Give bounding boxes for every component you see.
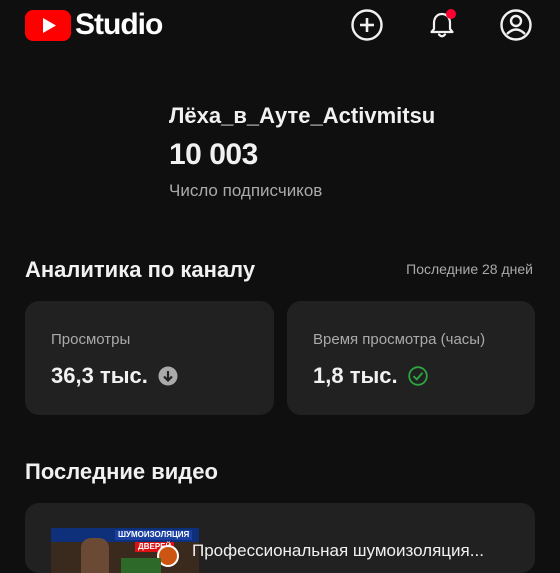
analytics-period: Последние 28 дней xyxy=(406,261,533,277)
subscriber-label: Число подписчиков xyxy=(169,181,323,200)
thumbnail-green-block xyxy=(121,558,161,573)
watch-time-card[interactable]: Время просмотра (часы) 1,8 тыс. xyxy=(287,301,535,415)
analytics-title: Аналитика по каналу xyxy=(25,257,256,282)
thumbnail-text-1: ШУМОИЗОЛЯЦИЯ xyxy=(115,530,193,540)
watch-time-value-row: 1,8 тыс. xyxy=(313,363,428,389)
channel-name[interactable]: Лёха_в_Ауте_Activmitsu xyxy=(169,102,435,130)
watch-time-value: 1,8 тыс. xyxy=(313,363,398,388)
recent-video-card[interactable]: ШУМОИЗОЛЯЦИЯ ДВЕРЕЙ Профессиональная шум… xyxy=(25,503,535,573)
create-button[interactable] xyxy=(350,8,384,42)
views-value-row: 36,3 тыс. xyxy=(51,363,178,389)
views-label: Просмотры xyxy=(51,331,131,348)
views-value: 36,3 тыс. xyxy=(51,363,148,388)
account-icon xyxy=(500,9,532,41)
views-card[interactable]: Просмотры 36,3 тыс. xyxy=(25,301,274,415)
recent-videos-title: Последние видео xyxy=(25,459,218,484)
top-app-bar: Studio xyxy=(0,0,560,52)
watch-time-label: Время просмотра (часы) xyxy=(313,331,486,348)
subscriber-count: 10 003 xyxy=(169,138,258,171)
down-arrow-circle-icon xyxy=(158,366,178,386)
studio-logo[interactable]: Studio xyxy=(25,8,163,41)
notification-dot xyxy=(446,9,456,19)
channel-summary: Лёха_в_Ауте_Activmitsu 10 003 Число подп… xyxy=(169,102,435,202)
logo-text: Studio xyxy=(75,8,163,41)
account-button[interactable] xyxy=(499,8,533,42)
youtube-logo-icon xyxy=(25,9,71,41)
check-circle-icon xyxy=(407,366,428,386)
thumbnail-person xyxy=(81,538,109,573)
video-thumbnail[interactable]: ШУМОИЗОЛЯЦИЯ ДВЕРЕЙ xyxy=(51,528,199,573)
create-icon xyxy=(351,9,383,41)
video-title[interactable]: Профессиональная шумоизоляция... xyxy=(192,541,522,561)
notifications-button[interactable] xyxy=(425,8,459,42)
